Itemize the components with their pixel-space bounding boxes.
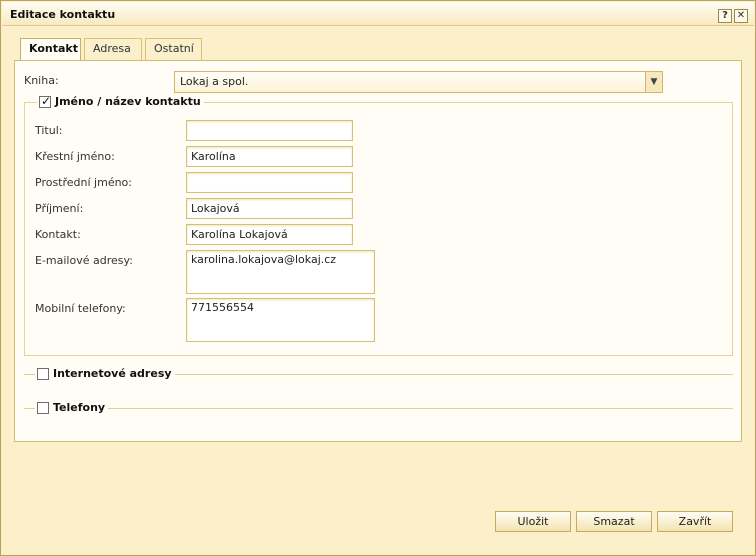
book-label: Kniha: [24, 74, 59, 87]
tab-panel: Kontakt Adresa Ostatní Kniha: Lokaj a sp… [14, 36, 742, 442]
tab-ostatni[interactable]: Ostatní [145, 38, 202, 60]
tab-content-kontakt: Kniha: Lokaj a spol. ▼ Jméno / název kon… [14, 60, 742, 442]
name-group-title: Jméno / název kontaktu [55, 95, 201, 108]
middle-name-label: Prostřední jméno: [35, 176, 132, 189]
book-select-value: Lokaj a spol. [180, 75, 249, 88]
delete-button[interactable]: Smazat [576, 511, 652, 532]
emails-label: E-mailové adresy: [35, 254, 133, 267]
phones-group-checkbox[interactable] [37, 401, 49, 414]
contact-input[interactable] [186, 224, 353, 245]
tab-kontakt[interactable]: Kontakt [20, 38, 81, 61]
titul-input[interactable] [186, 120, 353, 141]
tab-adresa[interactable]: Adresa [84, 38, 142, 60]
phones-group-title: Telefony [53, 401, 106, 414]
first-name-label: Křestní jméno: [35, 150, 115, 163]
internet-group-checkbox[interactable] [37, 367, 49, 380]
last-name-label: Příjmení: [35, 202, 84, 215]
close-button[interactable]: Zavřít [657, 511, 733, 532]
chevron-down-icon[interactable]: ▼ [645, 72, 662, 92]
phones-group-line [24, 408, 733, 409]
internet-group-legend: Internetové adresy [35, 367, 175, 380]
title-bar[interactable]: Editace kontaktu ? ✕ [2, 2, 754, 26]
first-name-input[interactable] [186, 146, 353, 167]
close-icon[interactable]: ✕ [734, 9, 748, 23]
phones-group-legend: Telefony [35, 401, 109, 414]
dialog-title: Editace kontaktu [10, 8, 116, 21]
name-group-legend: Jméno / název kontaktu [37, 94, 204, 108]
book-select[interactable]: Lokaj a spol. ▼ [174, 71, 663, 93]
contact-label: Kontakt: [35, 228, 81, 241]
internet-group-title: Internetové adresy [53, 367, 172, 380]
mobiles-textarea[interactable]: 771556554 [186, 298, 375, 342]
emails-textarea[interactable]: karolina.lokajova@lokaj.cz [186, 250, 375, 294]
name-group: Jméno / název kontaktu [24, 94, 733, 356]
last-name-input[interactable] [186, 198, 353, 219]
mobiles-label: Mobilní telefony: [35, 302, 126, 315]
name-group-checkbox[interactable] [39, 94, 51, 108]
contact-edit-dialog: Editace kontaktu ? ✕ Kontakt Adresa Osta… [0, 0, 756, 556]
titul-label: Titul: [35, 124, 63, 137]
middle-name-input[interactable] [186, 172, 353, 193]
help-icon[interactable]: ? [718, 9, 732, 23]
save-button[interactable]: Uložit [495, 511, 571, 532]
